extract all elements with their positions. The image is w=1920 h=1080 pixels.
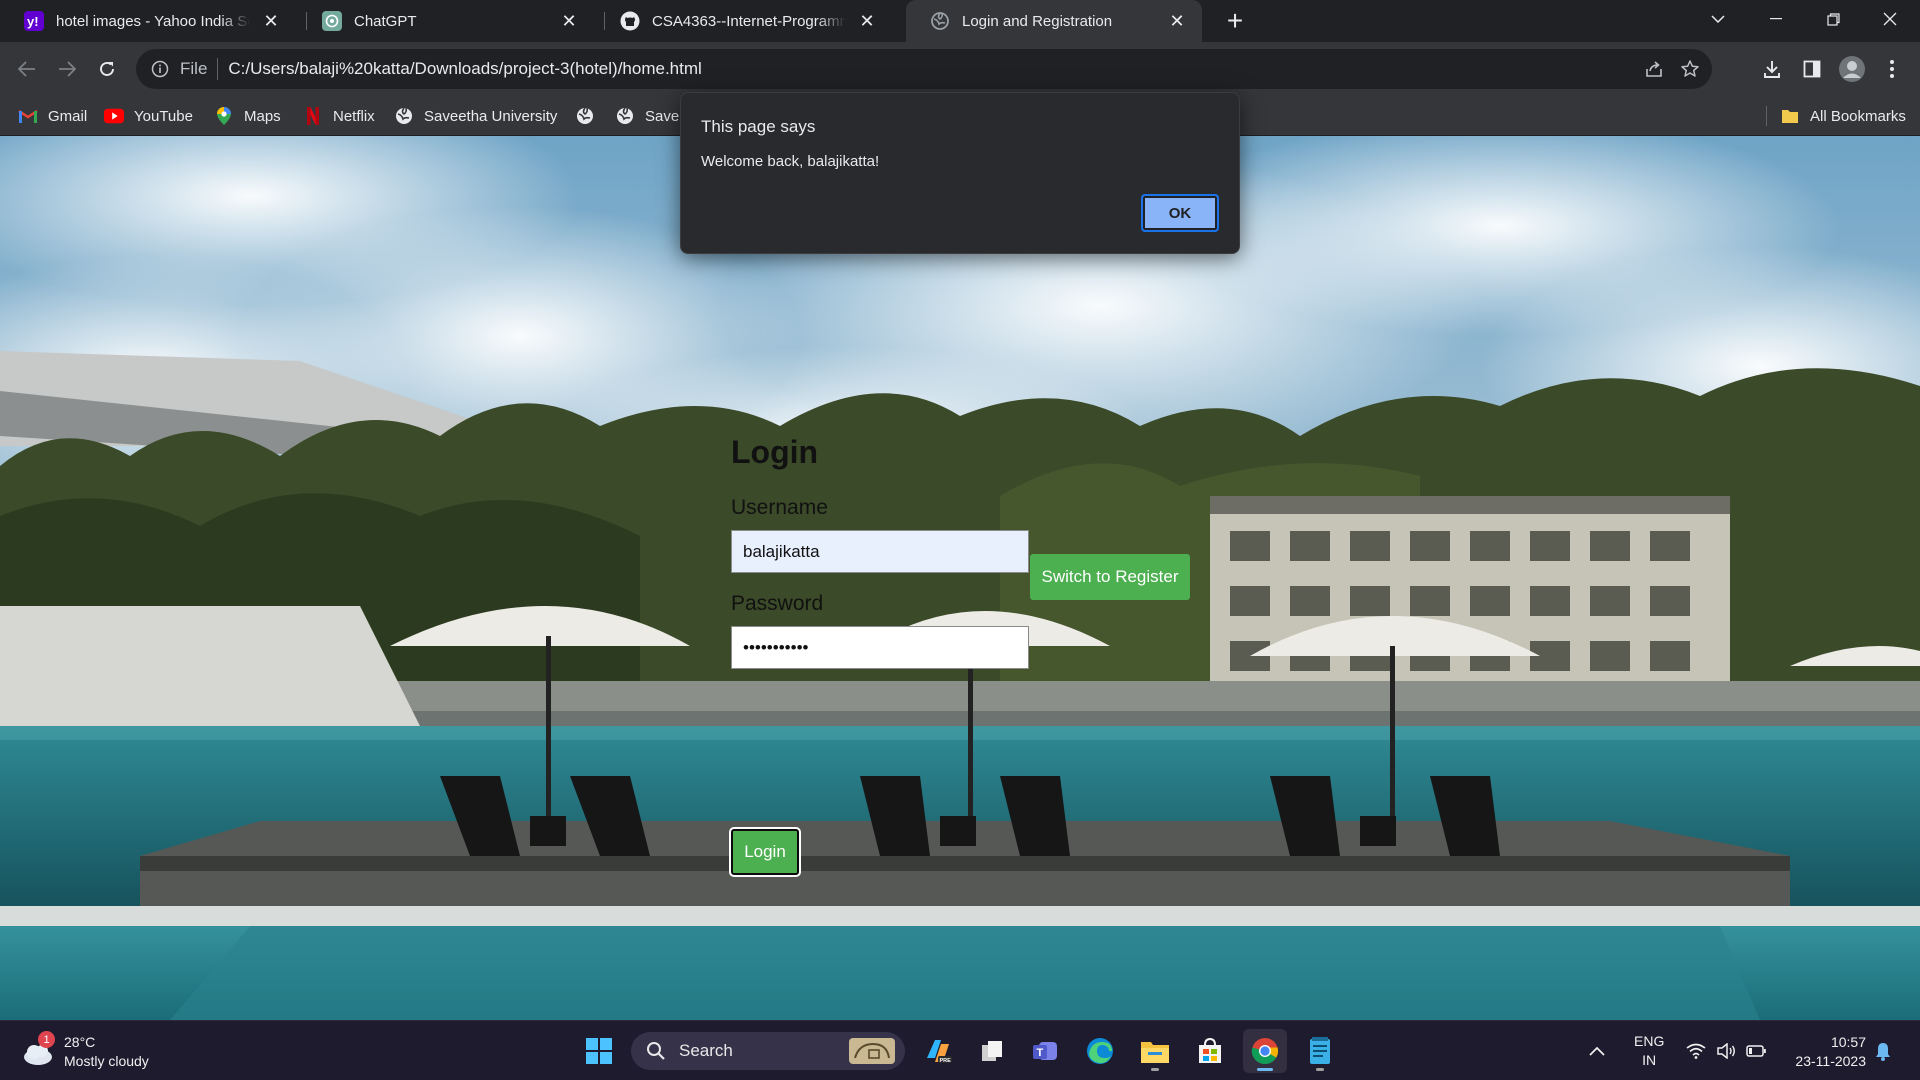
- tab-chatgpt[interactable]: ChatGPT ✕: [298, 0, 594, 42]
- switch-to-register-button[interactable]: Switch to Register: [1030, 554, 1190, 600]
- taskbar-search[interactable]: Search: [631, 1032, 905, 1070]
- password-input[interactable]: [731, 626, 1029, 669]
- search-label: Search: [679, 1041, 733, 1060]
- hotel-pool-background-image: [0, 136, 1920, 1020]
- tab-title: hotel images - Yahoo India Search: [56, 12, 250, 30]
- clock-time: 10:57: [1830, 1034, 1866, 1050]
- edge-icon[interactable]: [1078, 1029, 1122, 1073]
- alert-title: This page says: [701, 117, 816, 136]
- bookmark-youtube[interactable]: YouTube: [104, 96, 193, 136]
- reload-icon[interactable]: [91, 53, 123, 85]
- close-window-icon[interactable]: [1862, 0, 1918, 38]
- bookmark-globe[interactable]: [575, 96, 605, 136]
- netflix-icon: [303, 106, 323, 126]
- forward-arrow-icon[interactable]: [51, 53, 83, 85]
- weather-condition: Mostly cloudy: [64, 1053, 149, 1069]
- bookmark-save[interactable]: Save: [615, 96, 679, 136]
- folder-icon: [1780, 106, 1800, 126]
- file-explorer-icon[interactable]: [1133, 1029, 1177, 1073]
- battery-icon[interactable]: [1746, 1021, 1766, 1080]
- search-icon: [645, 1040, 667, 1062]
- tab-strip: y! hotel images - Yahoo India Search ✕ C…: [0, 0, 1920, 42]
- bookmark-saveetha-university[interactable]: Saveetha University: [394, 96, 557, 136]
- notification-bell-icon[interactable]: [1874, 1021, 1892, 1080]
- url-text[interactable]: C:/Users/balaji%20katta/Downloads/projec…: [228, 59, 701, 79]
- more-menu-icon[interactable]: [1874, 51, 1910, 87]
- close-tab-icon[interactable]: ✕: [856, 10, 878, 32]
- wifi-icon[interactable]: [1686, 1021, 1706, 1080]
- browser-toolbar: File C:/Users/balaji%20katta/Downloads/p…: [0, 42, 1920, 96]
- chrome-icon[interactable]: [1243, 1029, 1287, 1073]
- bookmarks-divider: [1766, 106, 1767, 126]
- bookmark-gmail[interactable]: Gmail: [18, 96, 87, 136]
- tab-login-registration[interactable]: Login and Registration ✕: [906, 0, 1202, 42]
- weather-widget[interactable]: 1 28°C Mostly cloudy: [20, 1029, 149, 1075]
- alert-message: Welcome back, balajikatta!: [701, 153, 880, 170]
- github-icon: [620, 11, 640, 31]
- microsoft-store-icon[interactable]: [1188, 1029, 1232, 1073]
- login-button[interactable]: Login: [731, 829, 799, 875]
- notepad-icon[interactable]: [1298, 1029, 1342, 1073]
- globe-icon: [930, 11, 950, 31]
- avatar[interactable]: [1834, 51, 1870, 87]
- chatgpt-icon: [322, 11, 342, 31]
- share-icon[interactable]: [1636, 51, 1672, 87]
- clock-date: 23-11-2023: [1795, 1053, 1866, 1069]
- language-indicator[interactable]: ENG IN: [1634, 1021, 1664, 1080]
- tab-title: Login and Registration: [962, 12, 1113, 30]
- username-label: Username: [731, 496, 828, 519]
- globe-icon: [394, 106, 414, 126]
- restore-icon[interactable]: [1805, 0, 1861, 38]
- url-scheme-label: File: [180, 59, 208, 78]
- gmail-icon: [18, 106, 38, 126]
- tab-github[interactable]: CSA4363--Internet-Programming ✕: [596, 0, 892, 42]
- all-bookmarks-button[interactable]: All Bookmarks: [1780, 96, 1906, 136]
- address-bar[interactable]: File C:/Users/balaji%20katta/Downloads/p…: [136, 49, 1712, 89]
- tab-title: ChatGPT: [354, 12, 417, 30]
- weather-cloud-icon: 1: [20, 1031, 55, 1069]
- close-tab-icon[interactable]: ✕: [260, 10, 282, 32]
- svg-text:T: T: [1037, 1047, 1044, 1059]
- bookmark-maps[interactable]: Maps: [214, 96, 281, 136]
- youtube-icon: [104, 106, 124, 126]
- globe-icon: [575, 106, 595, 126]
- show-hidden-icons-chevron[interactable]: [1589, 1021, 1605, 1080]
- download-icon[interactable]: [1754, 51, 1790, 87]
- minimize-icon[interactable]: [1748, 0, 1804, 38]
- side-panel-icon[interactable]: [1794, 51, 1830, 87]
- page-viewport: Login Username Password Login Switch to …: [0, 136, 1920, 1020]
- address-divider: [217, 58, 219, 80]
- close-tab-icon[interactable]: ✕: [1166, 10, 1188, 32]
- username-input[interactable]: [731, 530, 1029, 573]
- info-icon[interactable]: [150, 59, 170, 79]
- bookmark-star-icon[interactable]: [1672, 51, 1708, 87]
- windows-start-icon[interactable]: [577, 1029, 621, 1073]
- svg-text:y!: y!: [27, 14, 39, 29]
- weather-temperature: 28°C: [64, 1034, 96, 1050]
- weather-badge: 1: [38, 1031, 55, 1048]
- alert-dialog: This page says Welcome back, balajikatta…: [680, 92, 1240, 254]
- tab-search-chevron-icon[interactable]: [1690, 0, 1746, 38]
- login-heading: Login: [731, 434, 819, 470]
- back-arrow-icon[interactable]: [11, 53, 43, 85]
- task-view-icon[interactable]: [970, 1029, 1014, 1073]
- windows-taskbar: 1 28°C Mostly cloudy Search PRE T ENG IN…: [0, 1020, 1920, 1080]
- yahoo-icon: y!: [24, 11, 44, 31]
- password-label: Password: [731, 592, 824, 615]
- bookmark-netflix[interactable]: Netflix: [303, 96, 375, 136]
- tab-yahoo-search[interactable]: y! hotel images - Yahoo India Search ✕: [0, 0, 296, 42]
- taskbar-clock[interactable]: 10:57 23-11-2023: [1786, 1033, 1866, 1071]
- search-highlight-icon: [849, 1038, 895, 1064]
- globe-icon: [615, 106, 635, 126]
- alert-ok-button[interactable]: OK: [1141, 194, 1219, 232]
- close-tab-icon[interactable]: ✕: [558, 10, 580, 32]
- teams-icon[interactable]: T: [1023, 1029, 1067, 1073]
- maps-icon: [214, 106, 234, 126]
- tab-title: CSA4363--Internet-Programming: [652, 12, 846, 30]
- copilot-icon[interactable]: PRE: [916, 1029, 960, 1073]
- volume-icon[interactable]: [1716, 1021, 1736, 1080]
- svg-text:PRE: PRE: [940, 1058, 952, 1064]
- new-tab-button[interactable]: +: [1220, 5, 1250, 36]
